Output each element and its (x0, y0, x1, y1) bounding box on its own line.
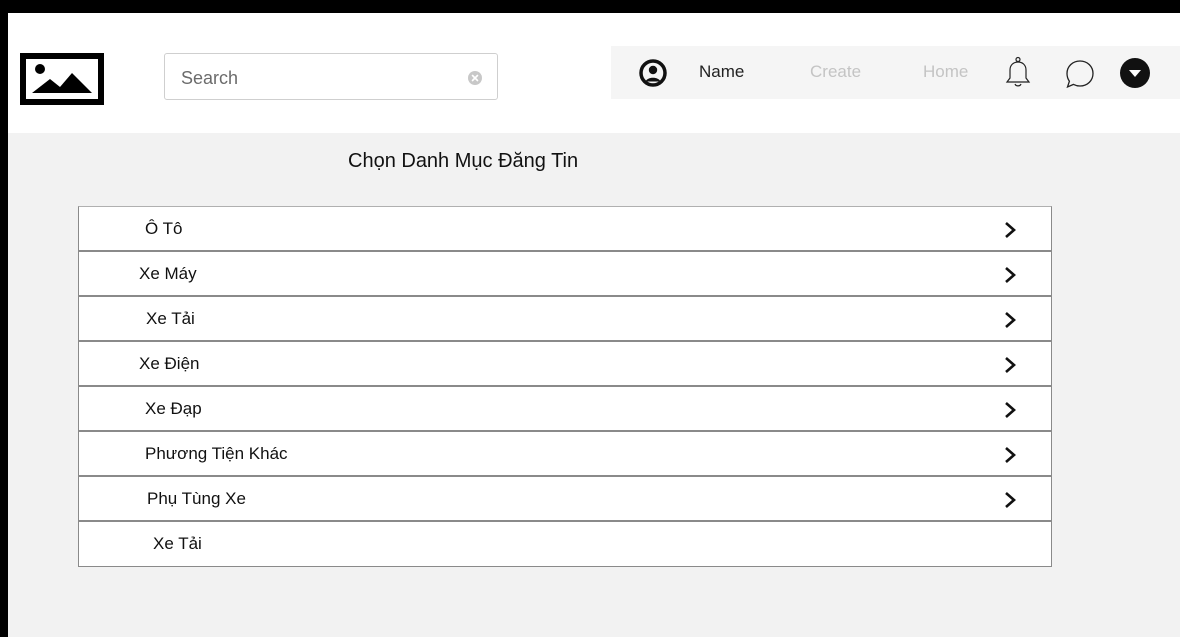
chevron-right-icon (1005, 267, 1016, 283)
top-nav: Name Create Home (611, 46, 1180, 99)
logo-image-icon[interactable] (20, 53, 104, 105)
bell-icon[interactable] (1004, 56, 1032, 88)
category-label: Phụ Tùng Xe (147, 489, 246, 508)
category-item[interactable]: Phương Tiện Khác (79, 432, 1051, 477)
nav-create-link[interactable]: Create (810, 62, 861, 82)
nav-name-link[interactable]: Name (699, 62, 744, 82)
category-item[interactable]: Xe Máy (79, 252, 1051, 297)
dropdown-menu-icon[interactable] (1119, 57, 1151, 89)
clear-search-icon[interactable] (468, 71, 482, 85)
category-item[interactable]: Xe Đạp (79, 387, 1051, 432)
category-label: Xe Máy (139, 264, 197, 283)
chevron-right-icon (1005, 402, 1016, 418)
search-input[interactable] (179, 64, 453, 92)
chevron-right-icon (1005, 312, 1016, 328)
category-label: Phương Tiện Khác (145, 444, 288, 463)
category-item[interactable]: Xe Tải (79, 522, 1051, 566)
category-item[interactable]: Phụ Tùng Xe (79, 477, 1051, 522)
category-item[interactable]: Xe Điện (79, 342, 1051, 387)
chevron-right-icon (1005, 222, 1016, 238)
chevron-right-icon (1005, 492, 1016, 508)
page-title: Chọn Danh Mục Đăng Tin (348, 150, 579, 172)
category-label: Xe Điện (139, 354, 200, 373)
app-frame: Name Create Home Chọn Danh Mục Đăng Tin … (8, 13, 1180, 637)
category-item[interactable]: Xe Tải (79, 297, 1051, 342)
category-label: Ô Tô (145, 219, 183, 238)
header: Name Create Home (8, 13, 1180, 133)
category-item[interactable]: Ô Tô (79, 207, 1051, 252)
nav-home-link[interactable]: Home (923, 62, 968, 82)
category-label: Xe Tải (146, 309, 195, 328)
category-list: Ô Tô Xe Máy Xe Tải Xe Điện Xe Đạp Phương… (78, 206, 1052, 567)
chevron-right-icon (1005, 447, 1016, 463)
search-box[interactable] (164, 53, 498, 100)
category-label: Xe Đạp (145, 399, 202, 418)
category-label: Xe Tải (153, 534, 202, 553)
chat-bubble-icon[interactable] (1064, 58, 1096, 90)
chevron-right-icon (1005, 357, 1016, 373)
main-content: Chọn Danh Mục Đăng Tin Ô Tô Xe Máy Xe Tả… (8, 133, 1180, 637)
user-avatar-icon[interactable] (639, 59, 667, 87)
